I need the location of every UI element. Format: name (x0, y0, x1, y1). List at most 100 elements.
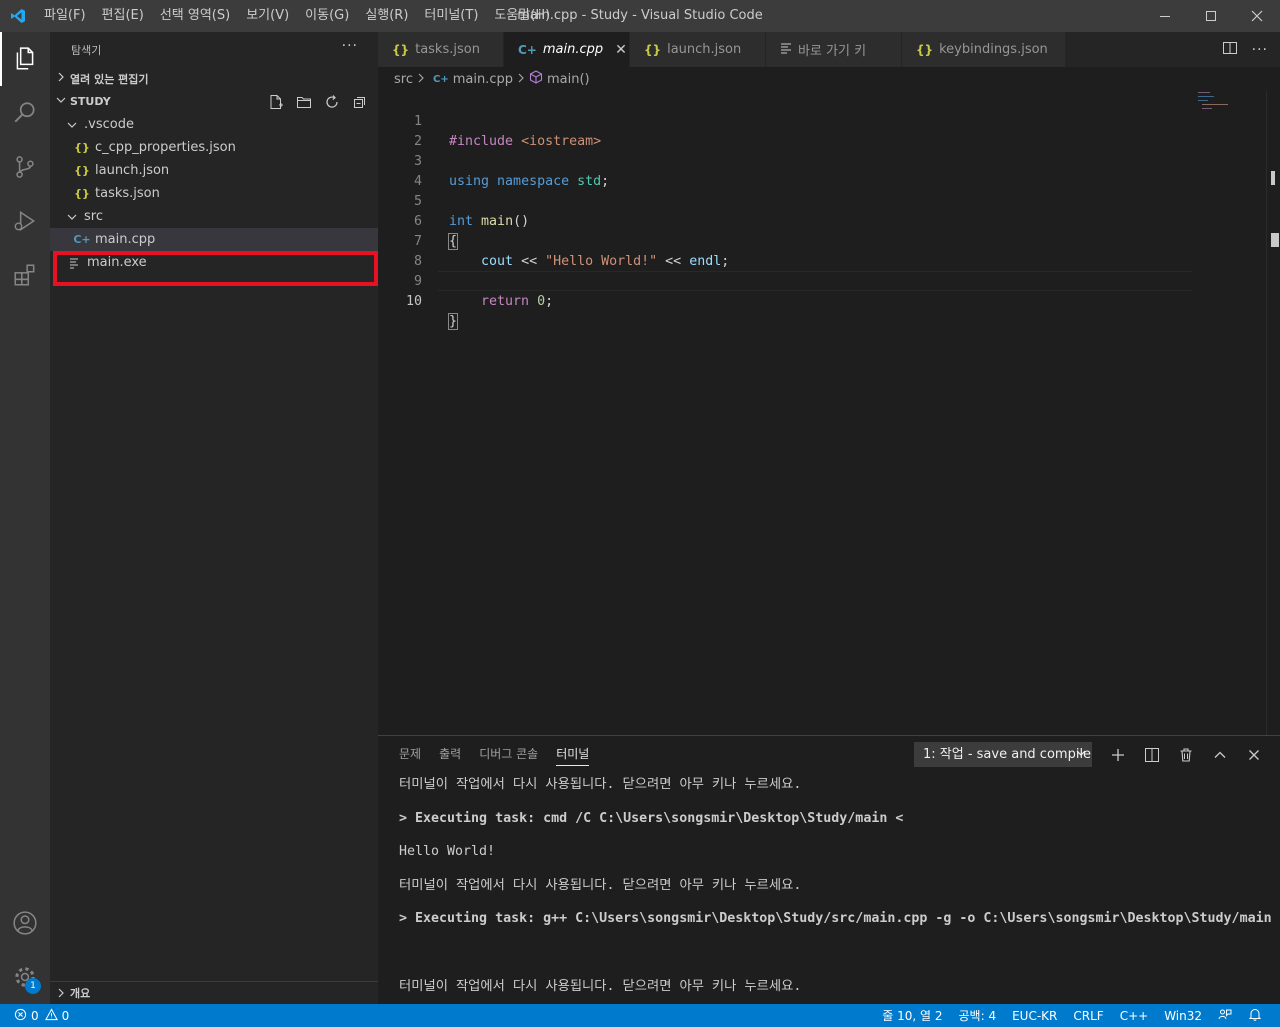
problems-status[interactable]: 0 0 (0, 1007, 69, 1024)
minimize-button[interactable] (1142, 0, 1188, 32)
cursor-position[interactable]: 줄 10, 열 2 (874, 1007, 950, 1024)
tree-label: main.cpp (95, 232, 156, 247)
encoding[interactable]: EUC-KR (1004, 1009, 1065, 1023)
outline-section[interactable]: 개요 (50, 981, 378, 1004)
new-file-icon[interactable] (266, 92, 286, 112)
run-debug-activity[interactable] (0, 194, 50, 248)
tab-problems[interactable]: 문제 (390, 736, 430, 772)
maximize-icon (1206, 11, 1216, 21)
menu-view[interactable]: 보기(V) (238, 0, 297, 32)
source-control-activity[interactable] (0, 140, 50, 194)
close-tab-icon[interactable]: ✕ (615, 42, 627, 58)
minimap[interactable] (1196, 91, 1266, 111)
search-activity[interactable] (0, 86, 50, 140)
terminal-line: 터미널이 작업에서 다시 사용됩니다. 닫으려면 아무 키나 누르세요. (399, 877, 802, 893)
maximize-panel-icon[interactable] (1210, 745, 1230, 765)
tree-folder-src[interactable]: src (50, 205, 378, 228)
tab-launch-json[interactable]: {} launch.json (630, 32, 766, 67)
tree-label: tasks.json (95, 186, 160, 201)
language-mode[interactable]: C++ (1112, 1009, 1157, 1023)
terminal-line: 터미널이 작업에서 다시 사용됩니다. 닫으려면 아무 키나 누르세요. (399, 978, 802, 994)
tree-file-main-cpp[interactable]: C+ main.cpp (50, 228, 378, 251)
tab-keybindings-json[interactable]: {} keybindings.json (902, 32, 1066, 67)
chevron-right-icon (50, 72, 70, 85)
open-editors-section[interactable]: 열려 있는 편집기 (50, 67, 378, 90)
tree-label: src (84, 209, 103, 224)
search-icon (14, 102, 35, 123)
more-actions-icon[interactable]: ··· (1252, 42, 1268, 58)
menu-run[interactable]: 실행(R) (357, 0, 416, 32)
status-bar: 0 0 줄 10, 열 2 공백: 4 EUC-KR CRLF C++ Win3… (0, 1004, 1280, 1027)
explorer-sidebar: 탐색기 ··· 열려 있는 편집기 STUDY .vscode {} c_cpp… (50, 32, 378, 1004)
menu-go[interactable]: 이동(G) (297, 0, 357, 32)
menu-bar: 파일(F) 편집(E) 선택 영역(S) 보기(V) 이동(G) 실행(R) 터… (36, 0, 558, 32)
chevron-down-icon (50, 95, 70, 108)
tab-main-cpp[interactable]: C+ main.cpp ✕ (504, 32, 630, 67)
tab-tasks-json[interactable]: {} tasks.json (378, 32, 504, 67)
bell-icon[interactable] (1240, 1007, 1270, 1024)
terminal-output[interactable]: 터미널이 작업에서 다시 사용됩니다. 닫으려면 아무 키나 누르세요. > E… (399, 776, 1280, 1011)
tab-label: main.cpp (542, 42, 604, 57)
menu-selection[interactable]: 선택 영역(S) (152, 0, 238, 32)
tab-output[interactable]: 출력 (430, 736, 470, 772)
json-icon: {} (916, 42, 934, 57)
split-editor-icon[interactable] (1222, 40, 1238, 60)
tab-terminal[interactable]: 터미널 (547, 736, 598, 772)
menu-terminal[interactable]: 터미널(T) (416, 0, 486, 32)
breadcrumb-symbol[interactable]: main() (547, 72, 590, 87)
tab-debug-console[interactable]: 디버그 콘솔 (470, 736, 547, 772)
status-right: 줄 10, 열 2 공백: 4 EUC-KR CRLF C++ Win32 (874, 1004, 1270, 1027)
files-icon (16, 47, 34, 70)
split-terminal-icon[interactable] (1142, 745, 1162, 765)
indentation[interactable]: 공백: 4 (951, 1007, 1005, 1024)
terminal-select[interactable]: 1: 작업 - save and compile (914, 742, 1092, 767)
manage-activity[interactable]: 1 (0, 950, 50, 1004)
more-actions-icon[interactable]: ··· (342, 38, 358, 54)
code-line: 4 (378, 152, 1190, 189)
cpp-icon: C+ (518, 42, 537, 57)
panel-actions (1108, 742, 1264, 767)
json-icon: {} (644, 42, 662, 57)
code-editor[interactable]: 1 #include <iostream> 2 3 using namespac… (378, 91, 1280, 735)
chevron-right-icon (50, 988, 70, 998)
bottom-panel: 문제 출력 디버그 콘솔 터미널 1: 작업 - save and compil… (378, 735, 1280, 1004)
menu-edit[interactable]: 편집(E) (94, 0, 152, 32)
close-panel-icon[interactable] (1244, 745, 1264, 765)
tree-file-launch[interactable]: {} launch.json (50, 159, 378, 182)
folder-actions (266, 92, 370, 112)
chevron-right-icon (417, 72, 425, 87)
close-window-button[interactable] (1234, 0, 1280, 32)
platform[interactable]: Win32 (1156, 1009, 1210, 1023)
tree-label: c_cpp_properties.json (95, 140, 236, 155)
explorer-title: 탐색기 ··· (50, 32, 378, 67)
new-folder-icon[interactable] (294, 92, 314, 112)
new-terminal-icon[interactable] (1108, 745, 1128, 765)
chevron-down-icon (64, 212, 80, 222)
extensions-activity[interactable] (0, 248, 50, 302)
maximize-button[interactable] (1188, 0, 1234, 32)
tree-file-tasks[interactable]: {} tasks.json (50, 182, 378, 205)
trash-icon[interactable] (1176, 745, 1196, 765)
tree-file-c-cpp-properties[interactable]: {} c_cpp_properties.json (50, 136, 378, 159)
folder-section[interactable]: STUDY (50, 90, 378, 113)
tab-label: 바로 가기 키 (798, 44, 867, 59)
menu-file[interactable]: 파일(F) (36, 0, 94, 32)
tab-keyboard-shortcuts[interactable]: 바로 가기 키 (766, 32, 902, 67)
code-line: 10 } (378, 272, 1190, 330)
accounts-activity[interactable] (0, 896, 50, 950)
tree-file-main-exe[interactable]: main.exe (50, 251, 378, 274)
editor-actions: ··· (1222, 32, 1268, 67)
editor-scrollbar[interactable] (1266, 91, 1280, 735)
tree-folder-vscode[interactable]: .vscode (50, 113, 378, 136)
end-of-line[interactable]: CRLF (1065, 1009, 1111, 1023)
menu-help[interactable]: 도움말(H) (486, 0, 558, 32)
breadcrumb-folder[interactable]: src (394, 72, 413, 87)
json-icon: {} (74, 187, 90, 200)
explorer-activity[interactable] (0, 32, 50, 86)
feedback-icon[interactable] (1210, 1007, 1240, 1024)
tab-label: keybindings.json (939, 42, 1048, 57)
refresh-icon[interactable] (322, 92, 342, 112)
tree-label: main.exe (87, 255, 147, 270)
breadcrumb-file[interactable]: main.cpp (453, 72, 513, 87)
collapse-all-icon[interactable] (350, 92, 370, 112)
